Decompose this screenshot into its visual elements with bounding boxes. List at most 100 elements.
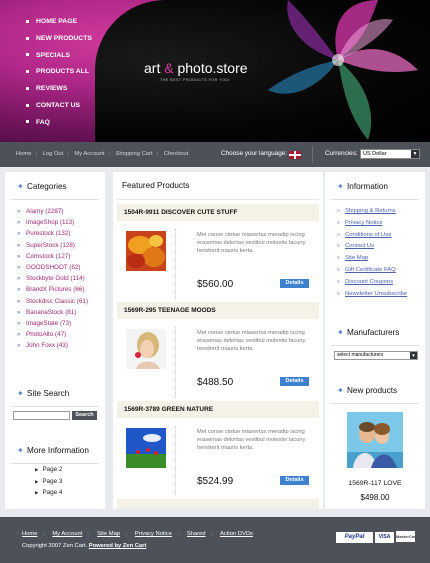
double-arrow-icon: » <box>17 309 21 316</box>
info-link[interactable]: » Site Map <box>337 255 425 267</box>
paypal-logo: PayPal <box>336 532 373 543</box>
arrow-icon: » <box>337 231 340 238</box>
category-item[interactable]: » BananaStock (81) <box>17 309 105 320</box>
bullet-icon <box>26 36 29 40</box>
category-item[interactable]: » GOODSHOOT (82) <box>17 264 105 275</box>
butterfly-icon: ✦ <box>337 182 344 191</box>
footer-link-shared[interactable]: Shared <box>187 531 206 537</box>
double-arrow-icon: » <box>17 231 21 238</box>
category-item[interactable]: » Alamy (2287) <box>17 208 105 219</box>
arrow-icon: » <box>337 255 340 262</box>
top-link-checkout[interactable]: Checkout <box>164 151 189 157</box>
category-item[interactable]: » Stockbyte Gold (114) <box>17 275 105 286</box>
triangle-icon: ▶ <box>35 467 39 472</box>
info-link[interactable]: » Gift Certificate FAQ <box>337 267 425 279</box>
currencies-label: Currencies: <box>325 150 358 157</box>
double-arrow-icon: » <box>17 242 21 249</box>
top-link-home[interactable]: Home <box>16 151 31 157</box>
more-info-item[interactable]: ▶ Page 2 <box>35 466 62 478</box>
search-input[interactable] <box>13 411 70 420</box>
double-arrow-icon: » <box>17 298 21 305</box>
category-item[interactable]: » ImageState (73) <box>17 320 105 331</box>
nav-item-specials[interactable]: SPECIALS <box>26 50 116 67</box>
top-link-logout[interactable]: Log Out <box>43 151 64 157</box>
featured-title: Featured Products <box>122 181 190 190</box>
product-title[interactable]: 1504R-9911 DISCOVER CUTE STUFF <box>117 204 319 221</box>
product-image-girl-lollipop[interactable] <box>126 329 166 369</box>
product-card: 1569R-295 TEENAGE MOODS Met conse ctetue… <box>117 302 319 397</box>
manufacturers-select[interactable]: select manufacturers ▼ <box>334 351 418 360</box>
triangle-icon: ▶ <box>35 478 39 484</box>
divider <box>312 146 313 163</box>
arrow-icon: » <box>337 266 340 273</box>
site-search-box: ✦ Site Search <box>5 379 105 407</box>
powered-by-link[interactable]: Powered by Zen Cart <box>89 543 147 549</box>
info-link[interactable]: » Newsletter Unsubscribe <box>337 291 425 303</box>
info-link[interactable]: » Conditions of Use <box>337 232 425 244</box>
bullet-icon <box>26 19 29 23</box>
more-information-list: ▶ Page 2 ▶ Page 3 ▶ Page 4 <box>35 466 62 501</box>
nav-item-new-products[interactable]: NEW PRODUCTS <box>26 33 116 50</box>
info-link[interactable]: » Discount Coupons <box>337 279 425 291</box>
logo-ampersand: & <box>164 60 174 76</box>
footer-link-privacy[interactable]: Privacy Notice <box>135 531 172 537</box>
new-products-header: ✦ New products <box>331 376 419 404</box>
butterfly-icon: ✦ <box>17 389 24 398</box>
arrow-icon: » <box>337 243 340 250</box>
product-description: Met conse ctetue miasertas meradip iscin… <box>197 330 306 352</box>
info-link[interactable]: » Shipping & Returns <box>337 208 425 220</box>
info-link[interactable]: » Privacy Notice <box>337 220 425 232</box>
top-link-shopping-cart[interactable]: Shopping Cart <box>116 151 153 157</box>
nav-item-reviews[interactable]: REVIEWS <box>26 83 116 100</box>
double-arrow-icon: » <box>17 209 21 215</box>
double-arrow-icon: » <box>17 264 21 271</box>
category-item[interactable]: » PhotoAlto (47) <box>17 331 105 342</box>
category-item[interactable]: » John Foxx (43) <box>17 342 105 353</box>
new-product-name[interactable]: 1569R-117 LOVE <box>325 480 425 487</box>
nav-item-home[interactable]: HOME PAGE <box>26 16 116 33</box>
category-item[interactable]: » Stockdisc Classic (61) <box>17 298 105 309</box>
new-product-image-couple[interactable] <box>347 412 403 468</box>
footer-link-my-account[interactable]: My Account <box>52 531 82 537</box>
more-info-item[interactable]: ▶ Page 3 <box>35 478 62 490</box>
product-image-autumn-leaves[interactable] <box>126 231 166 271</box>
product-image-green-field[interactable] <box>126 428 166 468</box>
footer-link-action-dvds[interactable]: Action DVDs <box>220 531 253 537</box>
triangle-icon: ▶ <box>35 490 39 495</box>
more-info-item[interactable]: ▶ Page 4 <box>35 489 62 501</box>
logo-text-1: art <box>144 60 165 76</box>
manufacturers-header: ✦ Manufacturers <box>331 318 419 346</box>
nav-item-contact-us[interactable]: CONTACT US <box>26 100 116 117</box>
currency-select[interactable]: US Dollar ▼ <box>360 149 420 159</box>
category-item[interactable]: » SuperStock (128) <box>17 242 105 253</box>
info-link[interactable]: » Contact Us <box>337 243 425 255</box>
top-bar: Home | Log Out | My Account | Shopping Cart… <box>0 142 430 167</box>
nav-item-faq[interactable]: FAQ <box>26 117 116 134</box>
right-sidebar: ✦ Information » Shipping & Returns » Priva… <box>325 172 425 509</box>
site-logo[interactable]: art & photo.store <box>144 60 248 76</box>
product-card: 1569R-3789 GREEN NATURE Met conse ctetue… <box>117 401 319 496</box>
category-item[interactable]: » ImageShop (113) <box>17 219 105 230</box>
nav-item-products-all[interactable]: PRODUCTS ALL <box>26 66 116 83</box>
details-button[interactable]: Details <box>280 279 309 288</box>
product-description: Met conse ctetue miasertas meradip iscin… <box>197 232 306 254</box>
product-price: $524.99 <box>197 476 234 487</box>
footer-links: Home:: My Account:: Site Map:: Privacy N… <box>22 531 253 537</box>
double-arrow-icon: » <box>17 332 21 339</box>
footer-link-home[interactable]: Home <box>22 531 37 537</box>
search-button[interactable]: Search <box>72 411 97 420</box>
category-item[interactable]: » BrandX Pictures (66) <box>17 286 105 297</box>
product-title[interactable]: 1569R-3789 GREEN NATURE <box>117 401 319 418</box>
uk-flag-icon[interactable] <box>289 151 301 159</box>
top-link-my-account[interactable]: My Account <box>74 151 104 157</box>
category-item[interactable]: » Purestock (132) <box>17 230 105 241</box>
details-button[interactable]: Details <box>280 476 309 485</box>
details-button[interactable]: Details <box>280 377 309 386</box>
product-title[interactable]: 1569R-295 TEENAGE MOODS <box>117 302 319 319</box>
category-item[interactable]: » Comstock (127) <box>17 253 105 264</box>
information-header: ✦ Information <box>331 172 419 200</box>
footer-link-site-map[interactable]: Site Map <box>97 531 120 537</box>
logo-text-2: photo.store <box>173 60 248 76</box>
manufacturers-box: ✦ Manufacturers <box>325 318 425 346</box>
site-footer: Home:: My Account:: Site Map:: Privacy N… <box>0 517 430 563</box>
